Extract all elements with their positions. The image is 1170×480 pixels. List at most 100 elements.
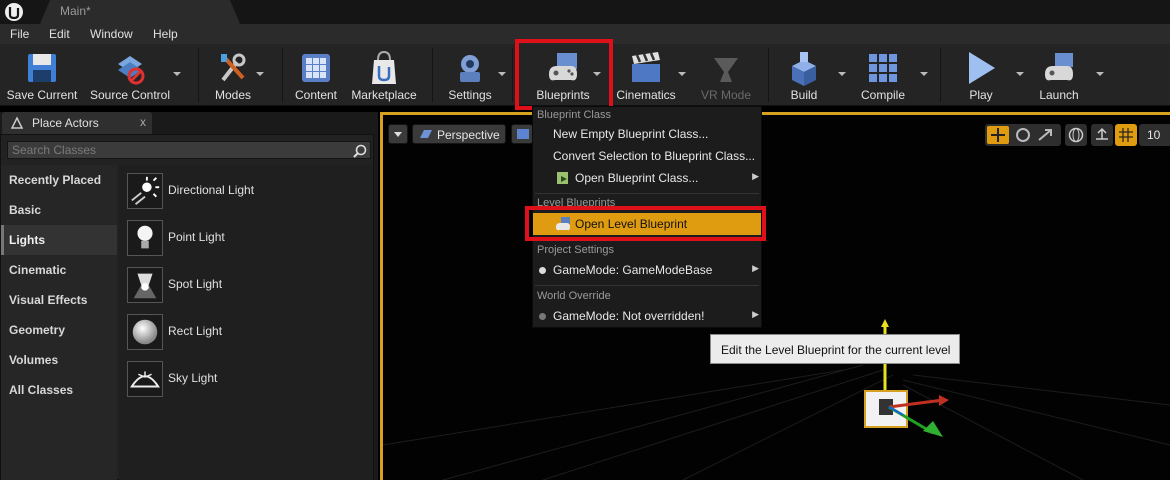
launch-label: Launch [1039,88,1079,102]
place-actors-icon [10,116,24,129]
place-actors-body: Recently Placed Basic Lights Cinematic V… [0,134,374,480]
cinematics-dropdown-icon[interactable] [678,72,686,76]
point-light-bulb-icon [127,220,163,256]
build-label: Build [790,88,818,102]
search-icon[interactable] [352,143,368,159]
marketplace-button[interactable]: Marketplace [348,44,420,106]
build-button[interactable]: Build [776,44,832,106]
actor-spot-light[interactable]: Spot Light [125,265,365,305]
menu-item-label: GameMode: Not overridden! [553,309,705,323]
actor-point-light[interactable]: Point Light [125,218,365,258]
menu-item-open-blueprint-class[interactable]: Open Blueprint Class... ▶ [533,167,761,189]
settings-dropdown-icon[interactable] [498,72,506,76]
place-actors-panel: Place Actors x Recently Placed Basic Lig… [0,112,378,480]
modes-label: Modes [214,88,252,102]
menu-window[interactable]: Window [90,27,133,41]
spot-light-icon [127,267,163,303]
category-label: Recently Placed [9,173,102,187]
play-button[interactable]: Play [950,44,1012,106]
content-grid-icon [302,54,330,82]
menu-separator [535,193,759,194]
document-tab[interactable]: Main* [40,0,240,24]
source-control-dropdown-icon[interactable] [173,72,181,76]
source-control-button[interactable]: Source Control [86,44,174,106]
save-icon [28,54,56,82]
blueprints-highlight-box [515,39,613,110]
compile-dropdown-icon[interactable] [920,72,928,76]
marketplace-bag-icon [372,50,396,84]
save-current-button[interactable]: Save Current [4,44,80,106]
vr-mode-button[interactable]: VR Mode [694,44,758,106]
tooltip-text: Edit the Level Blueprint for the current… [721,343,951,357]
toolbar-separator [512,48,513,102]
cinematics-clapper-icon [632,52,660,82]
marketplace-label: Marketplace [351,88,417,102]
modes-dropdown-icon[interactable] [256,72,264,76]
menu-item-convert-selection[interactable]: Convert Selection to Blueprint Class... [533,145,761,167]
vr-mode-icon [714,58,738,82]
compile-cubes-icon [869,54,897,82]
category-list: Recently Placed Basic Lights Cinematic V… [1,165,117,480]
compile-label: Compile [860,88,905,102]
close-icon[interactable]: x [140,115,146,129]
actor-sky-light[interactable]: Sky Light [125,359,365,399]
launch-button[interactable]: Launch [1030,44,1088,106]
actor-name: Directional Light [168,183,255,197]
search-classes-box [7,141,371,159]
save-current-label: Save Current [6,88,78,102]
toolbar-separator [768,48,769,102]
toolbar-separator [940,48,941,102]
source-control-icon [118,56,145,85]
play-dropdown-icon[interactable] [1016,72,1024,76]
menu-help[interactable]: Help [153,27,178,41]
content-button[interactable]: Content [288,44,344,106]
category-label: Geometry [9,323,66,337]
category-cinematic[interactable]: Cinematic [1,255,117,285]
category-volumes[interactable]: Volumes [1,345,117,375]
source-control-label: Source Control [89,88,171,102]
rect-light-sphere-icon [127,314,163,350]
menu-file[interactable]: File [10,27,29,41]
compile-button[interactable]: Compile [852,44,914,106]
place-actors-tab[interactable]: Place Actors x [2,112,152,134]
toolbar-separator [282,48,283,102]
tooltip: Edit the Level Blueprint for the current… [710,334,960,364]
build-blocks-icon [792,52,816,86]
menu-item-gamemode-not-overridden[interactable]: GameMode: Not overridden! ▶ [533,305,761,327]
play-icon [969,52,995,84]
document-tab-label: Main* [60,4,91,18]
content-label: Content [294,88,338,102]
open-blueprint-icon [557,172,568,184]
category-visual-effects[interactable]: Visual Effects [1,285,117,315]
category-all-classes[interactable]: All Classes [1,375,117,405]
cinematics-button[interactable]: Cinematics [612,44,680,106]
category-basic[interactable]: Basic [1,195,117,225]
status-dot-icon [539,267,546,274]
actor-directional-light[interactable]: Directional Light [125,171,365,211]
settings-gear-icon [460,55,480,82]
toolbar-separator [432,48,433,102]
category-label: Cinematic [9,263,67,277]
launch-gamepad-icon [1045,53,1073,81]
submenu-arrow-icon: ▶ [752,309,759,319]
modes-button[interactable]: Modes [206,44,260,106]
category-lights[interactable]: Lights [1,225,117,255]
category-recently-placed[interactable]: Recently Placed [1,165,117,195]
menu-item-label: Convert Selection to Blueprint Class... [553,149,756,163]
launch-dropdown-icon[interactable] [1096,72,1104,76]
menu-item-gamemode-base[interactable]: GameMode: GameModeBase ▶ [533,259,761,281]
search-classes-input[interactable] [12,143,342,157]
actor-rect-light[interactable]: Rect Light [125,312,365,352]
category-geometry[interactable]: Geometry [1,315,117,345]
build-dropdown-icon[interactable] [838,72,846,76]
section-project-settings: Project Settings [537,244,615,256]
menu-item-new-empty-blueprint-class[interactable]: New Empty Blueprint Class... [533,123,761,145]
modes-tools-icon [221,53,246,82]
place-actors-tab-label: Place Actors [32,116,99,130]
vr-mode-label: VR Mode [700,88,752,102]
menu-separator [535,285,759,286]
settings-button[interactable]: Settings [442,44,498,106]
cinematics-label: Cinematics [616,88,676,102]
menu-item-label: GameMode: GameModeBase [553,263,713,277]
menu-edit[interactable]: Edit [49,27,70,41]
